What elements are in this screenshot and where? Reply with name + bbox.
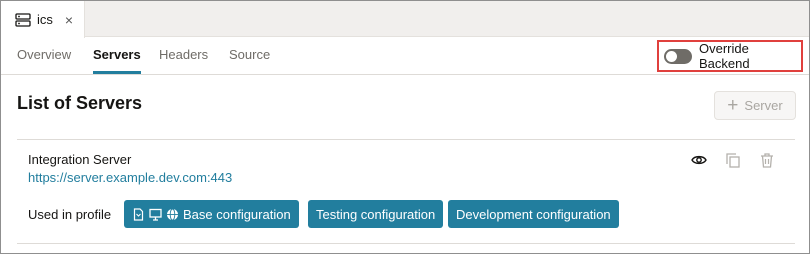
- document-tab[interactable]: ics ×: [1, 1, 85, 38]
- globe-icon: [167, 208, 178, 220]
- profile-testing-configuration-button[interactable]: Testing configuration: [308, 200, 444, 228]
- divider: [17, 243, 795, 244]
- divider: [17, 139, 795, 140]
- toggle-knob: [666, 50, 677, 62]
- eye-icon[interactable]: [689, 151, 709, 169]
- server-icon: [15, 12, 31, 27]
- add-server-label: Server: [744, 98, 783, 113]
- server-row-actions: [689, 151, 791, 169]
- profile-label: Development configuration: [456, 206, 611, 222]
- monitor-icon: [149, 208, 162, 221]
- document-icon: [133, 207, 144, 221]
- add-server-button[interactable]: + Server: [714, 91, 796, 120]
- document-tab-title: ics: [37, 12, 53, 27]
- server-name: Integration Server: [28, 152, 132, 167]
- plus-icon: +: [727, 95, 739, 116]
- profile-base-configuration-button[interactable]: Base configuration: [124, 200, 299, 228]
- trash-icon[interactable]: [757, 151, 777, 169]
- tab-source[interactable]: Source: [229, 38, 270, 74]
- profile-label: Base configuration: [183, 206, 291, 222]
- server-url-link[interactable]: https://server.example.dev.com:443: [28, 170, 232, 185]
- override-backend-toggle[interactable]: [664, 48, 692, 64]
- app-frame: ics × Overview Servers Headers Source Ov…: [0, 0, 810, 254]
- tab-overview[interactable]: Overview: [17, 38, 71, 74]
- copy-icon[interactable]: [723, 151, 743, 169]
- override-backend-highlight: Override Backend: [657, 40, 803, 72]
- editor-tab-strip: ics ×: [1, 1, 809, 38]
- tab-servers[interactable]: Servers: [93, 38, 141, 74]
- profile-development-configuration-button[interactable]: Development configuration: [448, 200, 619, 228]
- override-backend-label: Override Backend: [699, 41, 750, 71]
- used-in-profile-label: Used in profile: [28, 207, 112, 222]
- page-title: List of Servers: [17, 93, 143, 113]
- profile-label: Testing configuration: [316, 206, 436, 222]
- close-icon[interactable]: ×: [65, 13, 73, 27]
- tab-headers[interactable]: Headers: [159, 38, 208, 74]
